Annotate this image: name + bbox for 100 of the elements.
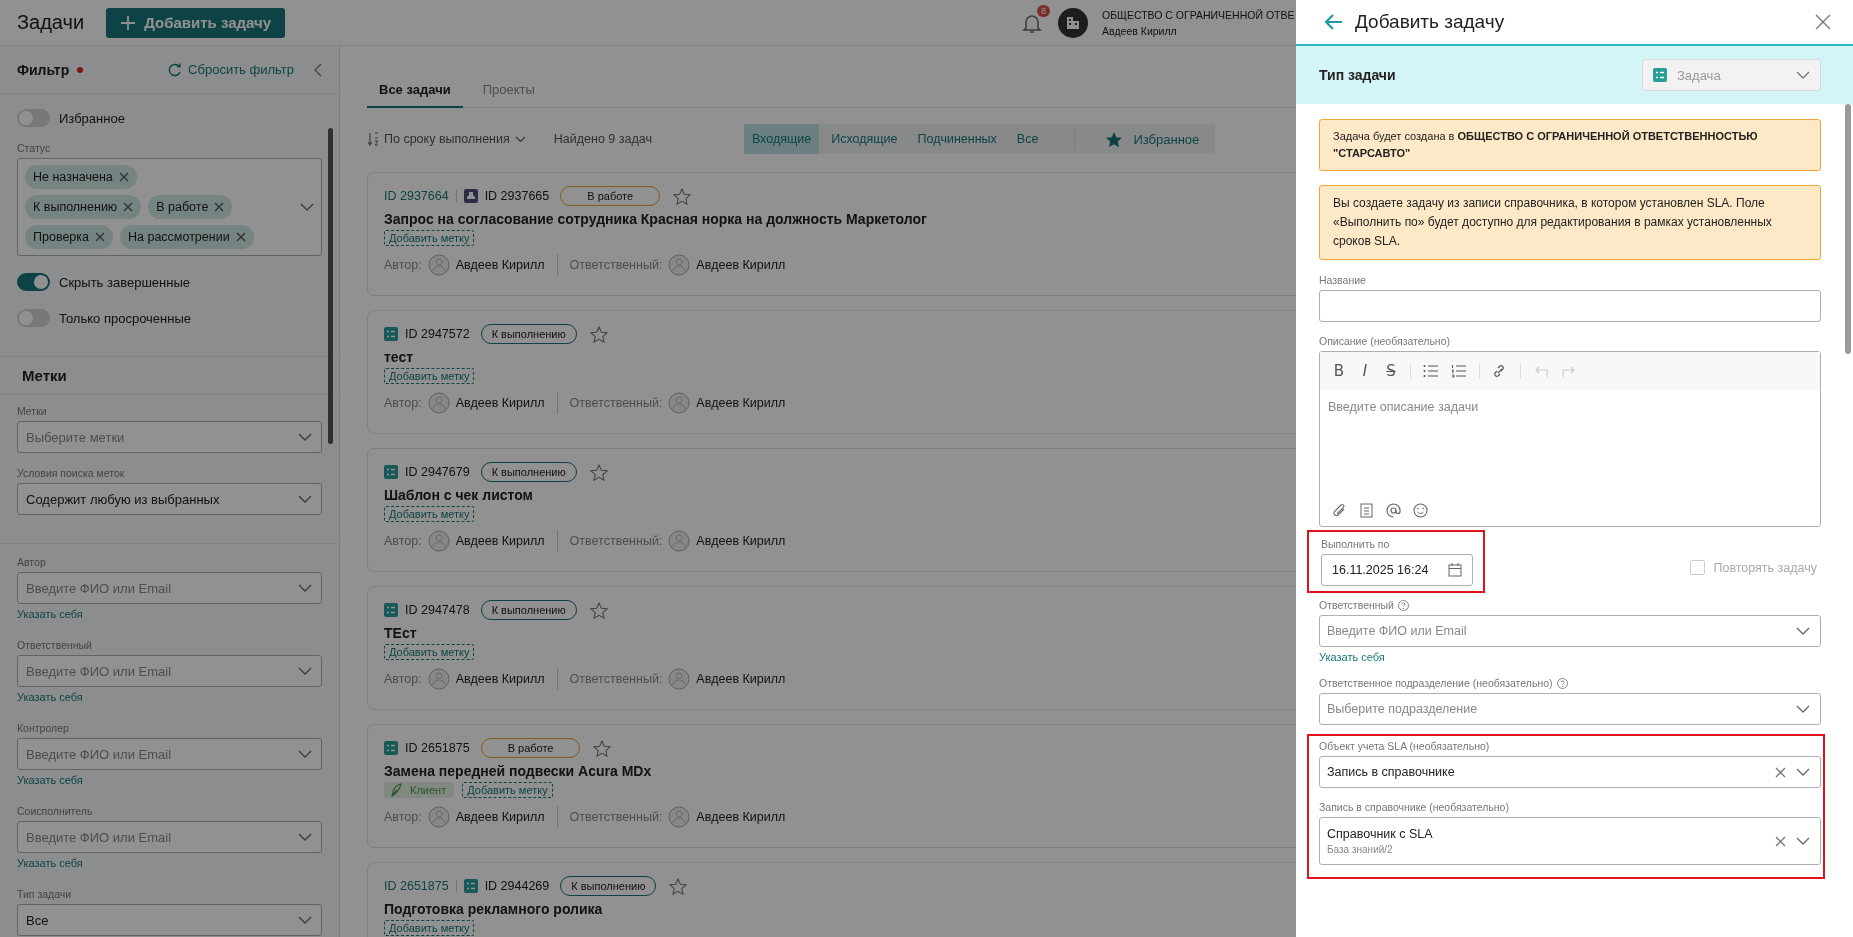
format-button[interactable]: I bbox=[1358, 362, 1372, 380]
collapse-icon[interactable] bbox=[314, 62, 322, 77]
select-field[interactable]: Введите ФИО или Email bbox=[17, 655, 322, 687]
select-field[interactable]: Выберите подразделение bbox=[1319, 693, 1821, 725]
close-icon[interactable] bbox=[1815, 14, 1831, 30]
star-icon[interactable] bbox=[589, 325, 608, 343]
assign-self-link[interactable]: Указать себя bbox=[1319, 651, 1385, 663]
select-field[interactable]: Введите ФИО или Email bbox=[17, 738, 322, 770]
scope-tab[interactable]: Исходящие bbox=[823, 124, 906, 154]
select-field[interactable]: Введите ФИО или Email bbox=[17, 572, 322, 604]
back-arrow-icon[interactable] bbox=[1325, 14, 1343, 30]
chevron-down-icon[interactable] bbox=[298, 433, 312, 441]
help-icon[interactable] bbox=[1398, 599, 1409, 611]
date-input[interactable]: 16.11.2025 16:24 bbox=[1321, 554, 1473, 586]
status-chip[interactable]: К выполнению bbox=[25, 195, 142, 219]
tag[interactable]: Клиент bbox=[384, 782, 455, 798]
favorites-filter[interactable]: Избранное bbox=[1095, 130, 1210, 148]
close-icon[interactable] bbox=[123, 202, 134, 212]
toggle-switch[interactable] bbox=[17, 109, 50, 127]
chevron-down-icon[interactable] bbox=[1796, 705, 1810, 713]
scrollbar[interactable] bbox=[1845, 104, 1851, 354]
add-tag-button[interactable]: Добавить метку bbox=[384, 920, 475, 936]
status-chip[interactable]: В работе bbox=[148, 195, 233, 219]
star-icon[interactable] bbox=[673, 187, 692, 205]
scope-tab[interactable]: Все bbox=[1008, 124, 1047, 154]
status-chip[interactable]: Не назначена bbox=[25, 165, 137, 189]
chevron-down-icon[interactable] bbox=[1796, 837, 1810, 845]
assign-self-link[interactable]: Указать себя bbox=[17, 857, 83, 869]
field-label: Ответственный bbox=[17, 639, 93, 651]
sort-dropdown[interactable]: По сроку выполнения bbox=[367, 132, 526, 146]
scope-tab[interactable]: Входящие bbox=[743, 124, 820, 154]
at-sign-icon[interactable] bbox=[1386, 503, 1401, 518]
author-name: Авдеев Кирилл bbox=[455, 672, 545, 686]
assign-self-link[interactable]: Указать себя bbox=[17, 774, 83, 786]
field-label: Тип задачи bbox=[17, 888, 73, 900]
chevron-down-icon[interactable] bbox=[298, 833, 312, 841]
parent-task-link[interactable]: ID 2651875 bbox=[384, 879, 449, 893]
select-field[interactable]: Запись в справочнике bbox=[1319, 756, 1821, 788]
select-field[interactable]: Введите ФИО или Email bbox=[1319, 615, 1821, 647]
smiley-icon[interactable] bbox=[1413, 503, 1428, 518]
document-icon[interactable] bbox=[1359, 503, 1374, 518]
select-field[interactable]: Справочник с SLA База знаний/2 bbox=[1319, 817, 1821, 865]
close-icon[interactable] bbox=[235, 232, 246, 242]
bulleted-list-icon[interactable] bbox=[1423, 364, 1439, 378]
title-input[interactable] bbox=[1319, 290, 1821, 322]
close-icon[interactable] bbox=[1775, 766, 1786, 778]
add-tag-button[interactable]: Добавить метку bbox=[384, 506, 475, 522]
reset-filter-link[interactable]: Сбросить фильтр bbox=[168, 62, 294, 77]
paperclip-icon[interactable] bbox=[1332, 503, 1347, 518]
plus-icon bbox=[120, 14, 137, 31]
responsible-label: Ответственный: bbox=[569, 672, 663, 686]
select-field[interactable]: Содержит любую из выбранных bbox=[17, 483, 322, 515]
chevron-down-icon[interactable] bbox=[298, 667, 312, 675]
task-list-icon bbox=[384, 465, 398, 479]
close-icon[interactable] bbox=[118, 172, 129, 182]
status-chip[interactable]: Проверка bbox=[25, 225, 113, 249]
select-field[interactable]: Выберите метки bbox=[17, 421, 322, 453]
close-icon[interactable] bbox=[214, 202, 225, 212]
responsible-name: Авдеев Кирилл bbox=[696, 258, 786, 272]
scrollbar[interactable] bbox=[328, 128, 333, 444]
assign-self-link[interactable]: Указать себя bbox=[17, 691, 83, 703]
star-icon[interactable] bbox=[589, 463, 608, 481]
avatar-icon bbox=[427, 530, 450, 552]
format-button[interactable]: S bbox=[1384, 362, 1398, 380]
close-icon[interactable] bbox=[1775, 835, 1786, 847]
chevron-down-icon[interactable] bbox=[1796, 768, 1810, 776]
format-button[interactable]: B bbox=[1332, 362, 1346, 380]
star-icon[interactable] bbox=[589, 601, 608, 619]
chevron-down-icon[interactable] bbox=[298, 916, 312, 924]
assign-self-link[interactable]: Указать себя bbox=[17, 608, 83, 620]
chevron-down-icon[interactable] bbox=[1796, 627, 1810, 635]
star-icon[interactable] bbox=[593, 739, 612, 757]
chevron-down-icon[interactable] bbox=[298, 584, 312, 592]
help-icon[interactable] bbox=[1556, 677, 1568, 689]
building-avatar-icon[interactable] bbox=[1058, 7, 1088, 38]
add-tag-button[interactable]: Добавить метку bbox=[384, 368, 475, 384]
select-field[interactable]: Введите ФИО или Email bbox=[17, 821, 322, 853]
tab[interactable]: Все задачи bbox=[367, 72, 463, 108]
chevron-down-icon[interactable] bbox=[298, 495, 312, 503]
star-icon bbox=[1105, 130, 1124, 148]
star-icon[interactable] bbox=[669, 877, 688, 895]
numbered-list-icon[interactable] bbox=[1451, 364, 1467, 378]
close-icon[interactable] bbox=[95, 232, 105, 242]
add-task-button[interactable]: Добавить задачу bbox=[106, 7, 286, 38]
chevron-down-icon[interactable] bbox=[298, 750, 312, 758]
description-editor[interactable]: B I S Введите описание задачи bbox=[1319, 351, 1821, 527]
status-field[interactable]: Не назначена К выполнению В работе Проверка На рассмотрении bbox=[17, 158, 322, 256]
task-list-icon bbox=[384, 741, 398, 755]
status-chip[interactable]: На рассмотрении bbox=[120, 225, 254, 249]
add-tag-button[interactable]: Добавить метку bbox=[462, 782, 553, 798]
add-tag-button[interactable]: Добавить метку bbox=[384, 644, 475, 660]
parent-task-link[interactable]: ID 2937664 bbox=[384, 189, 449, 203]
add-tag-button[interactable]: Добавить метку bbox=[384, 230, 475, 246]
toggle-switch[interactable] bbox=[17, 273, 50, 291]
chevron-down-icon[interactable] bbox=[300, 203, 314, 211]
tab[interactable]: Проекты bbox=[470, 72, 547, 108]
responsible-name: Авдеев Кирилл bbox=[696, 672, 786, 686]
scope-tab[interactable]: Подчиненных bbox=[909, 124, 1005, 154]
toggle-switch[interactable] bbox=[17, 309, 50, 327]
select-field[interactable]: Все bbox=[17, 904, 322, 936]
